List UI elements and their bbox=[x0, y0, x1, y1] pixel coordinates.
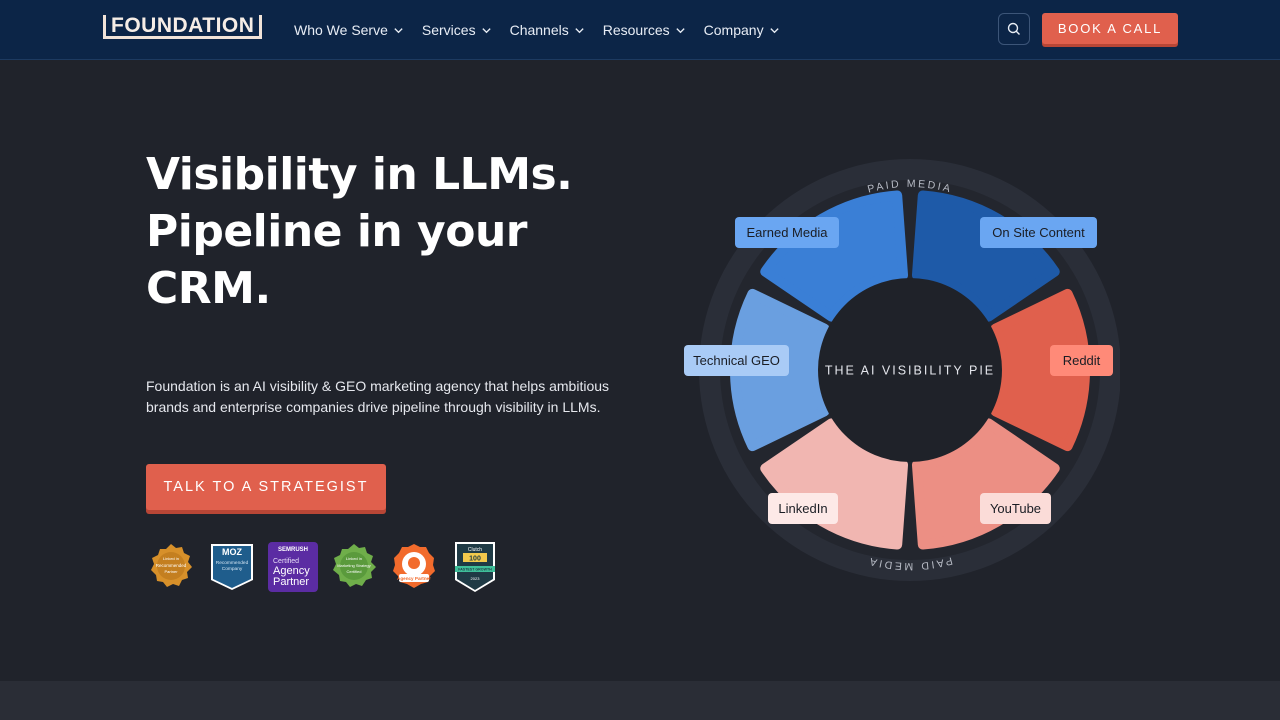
pie-label-youtube[interactable]: YouTube bbox=[980, 493, 1051, 524]
nav-resources[interactable]: Resources bbox=[603, 22, 686, 38]
search-icon bbox=[1007, 22, 1020, 35]
chevron-down-icon bbox=[676, 27, 685, 33]
linkedin-marketing-certified-badge: Linked in Marketing Strategy Certified bbox=[333, 544, 376, 587]
main-nav: Who We Serve Services Channels Resources… bbox=[294, 0, 798, 60]
logo-text: FOUNDATION bbox=[111, 14, 255, 37]
chevron-down-icon bbox=[575, 27, 584, 33]
nav-company[interactable]: Company bbox=[704, 22, 780, 38]
hero-headline: Visibility in LLMs. Pipeline in your CRM… bbox=[146, 146, 666, 317]
next-section-band bbox=[0, 681, 1280, 720]
moz-recommended-badge: MOZ Recommended Company bbox=[211, 544, 253, 590]
talk-to-strategist-button[interactable]: TALK TO A STRATEGIST bbox=[146, 464, 386, 510]
nav-channels[interactable]: Channels bbox=[510, 22, 585, 38]
pie-label-linkedin[interactable]: LinkedIn bbox=[768, 493, 838, 524]
badge-text: Partner bbox=[164, 569, 178, 574]
badge-text: Certified bbox=[273, 558, 299, 565]
top-navbar: FOUNDATION Who We Serve Services Channel… bbox=[0, 0, 1280, 60]
badge-text: Company bbox=[222, 566, 243, 572]
badge-text: 2023 bbox=[471, 576, 481, 581]
hero-description: Foundation is an AI visibility & GEO mar… bbox=[146, 378, 610, 415]
pie-label-reddit[interactable]: Reddit bbox=[1050, 345, 1113, 376]
chevron-down-icon bbox=[394, 27, 403, 33]
headline-line: Visibility in LLMs. bbox=[146, 149, 573, 200]
badge-text: Linked in bbox=[163, 556, 179, 561]
badge-text: SEMRUSH bbox=[278, 547, 308, 553]
clutch-100-badge: Clutch 100 FASTEST GROWTH 2023 bbox=[455, 542, 495, 592]
pie-label-on-site-content[interactable]: On Site Content bbox=[980, 217, 1097, 248]
badge-text: Certified bbox=[347, 569, 362, 574]
nav-services[interactable]: Services bbox=[422, 22, 492, 38]
headline-line: Pipeline in your bbox=[146, 206, 527, 257]
nav-who-we-serve[interactable]: Who We Serve bbox=[294, 22, 404, 38]
nav-label: Services bbox=[421, 22, 476, 38]
nav-label: Who We Serve bbox=[294, 22, 388, 38]
badge-text: Partner bbox=[273, 576, 309, 588]
chevron-down-icon bbox=[769, 27, 779, 33]
nav-label: Company bbox=[703, 22, 764, 38]
pie-label-earned-media[interactable]: Earned Media bbox=[735, 217, 839, 248]
badge-text: Linked in bbox=[346, 556, 362, 561]
book-a-call-button[interactable]: BOOK A CALL bbox=[1042, 13, 1178, 44]
search-button[interactable] bbox=[998, 13, 1030, 45]
badge-text: FASTEST GROWTH bbox=[458, 568, 492, 572]
badge-text: Marketing Strategy bbox=[337, 563, 371, 568]
nav-label: Resources bbox=[602, 22, 670, 38]
badge-text: Clutch bbox=[468, 547, 482, 553]
foundation-logo[interactable]: FOUNDATION bbox=[103, 14, 263, 39]
badge-text: Agency Partner bbox=[397, 576, 431, 581]
semrush-agency-partner-badge: SEMRUSH Certified Agency Partner bbox=[268, 542, 318, 592]
linkedin-recommended-badge: Linked in Recommended Partner bbox=[151, 544, 192, 587]
pie-label-technical-geo[interactable]: Technical GEO bbox=[684, 345, 789, 376]
nav-label: Channels bbox=[509, 22, 569, 38]
badge-text: Recommended bbox=[216, 560, 249, 566]
chevron-down-icon bbox=[481, 27, 491, 33]
badge-text: MOZ bbox=[222, 547, 242, 557]
ai-visibility-pie: PAID MEDIA PAID MEDIA THE AI VISIBILITY … bbox=[680, 155, 1121, 595]
badge-text: Recommended bbox=[156, 563, 187, 568]
pie-center-text: THE AI VISIBILITY PIE bbox=[825, 364, 995, 378]
headline-line: CRM. bbox=[146, 263, 271, 314]
badge-text: 100 bbox=[469, 556, 481, 563]
hubspot-agency-partner-badge: Agency Partner bbox=[393, 544, 435, 588]
